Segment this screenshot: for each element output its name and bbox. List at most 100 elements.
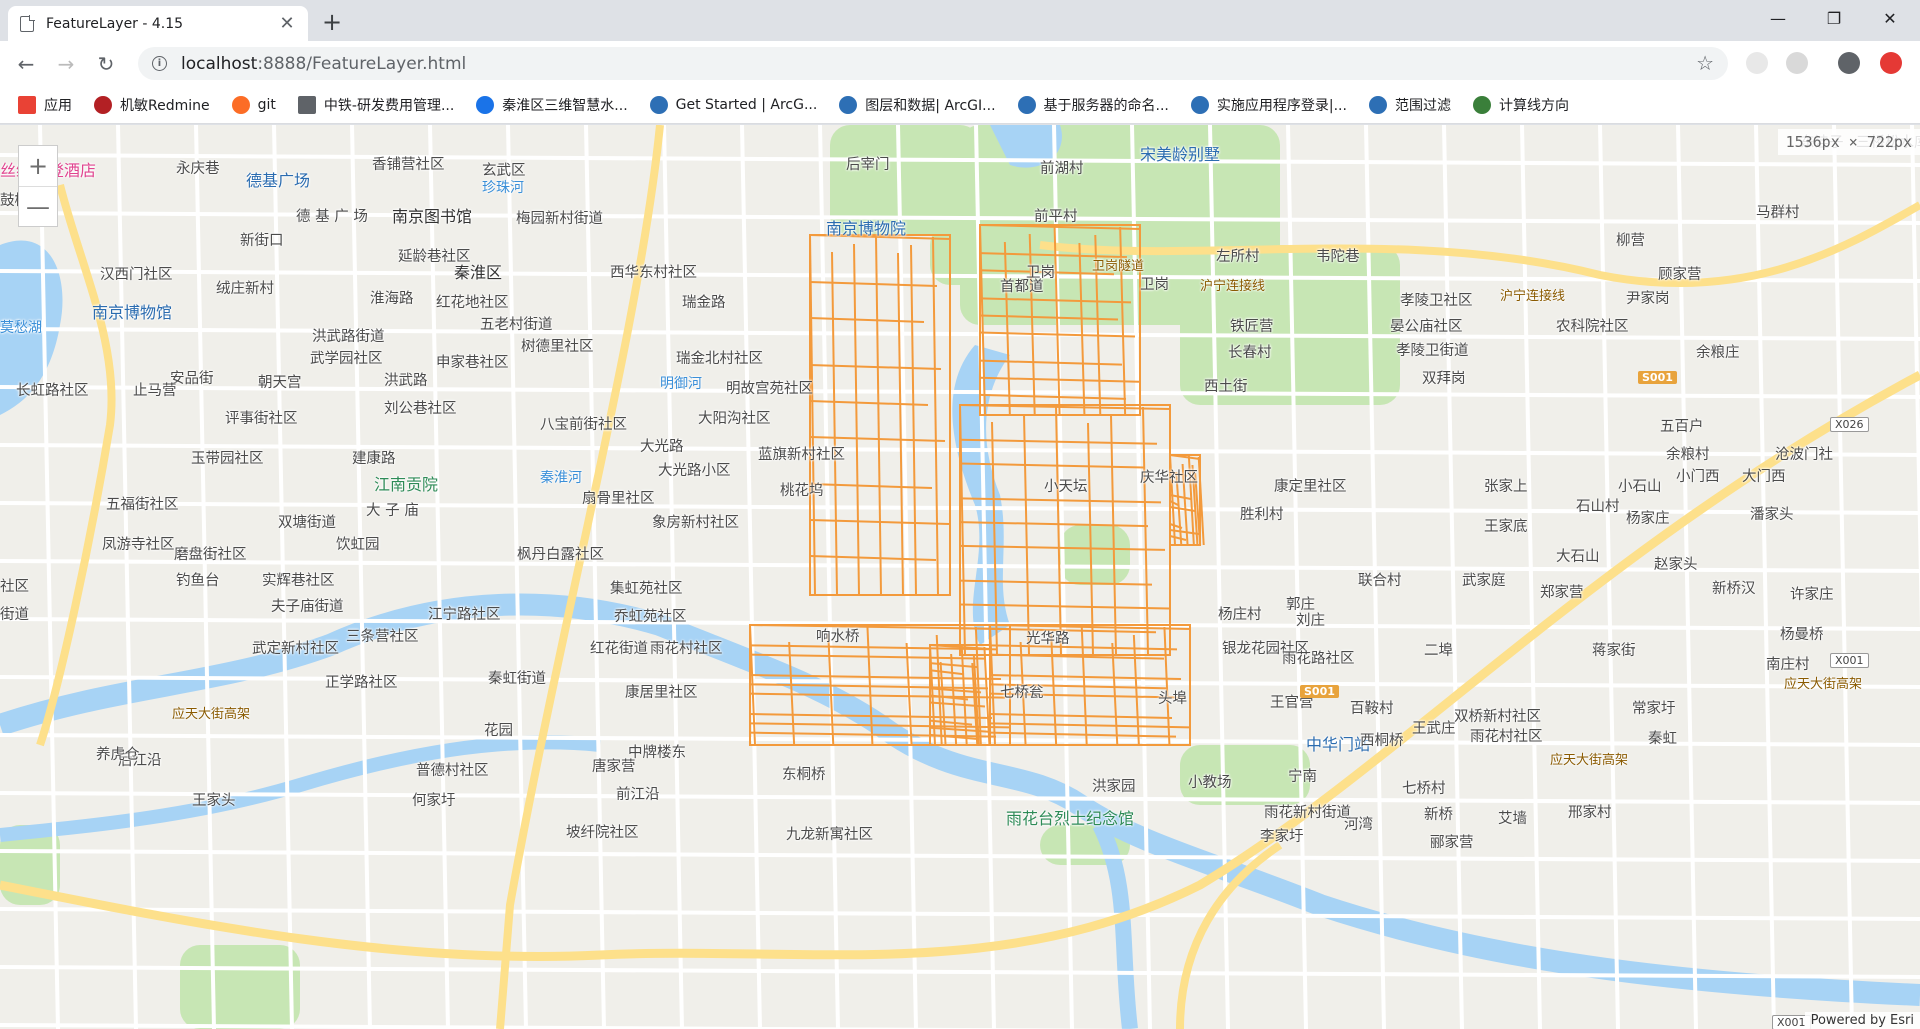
street [1910, 125, 1920, 628]
park-area [180, 945, 300, 1029]
park-area [1060, 525, 1130, 585]
map-app-icon [1472, 95, 1491, 114]
minimize-icon[interactable]: — [1758, 4, 1798, 32]
map-place-label: 光华路 [1026, 631, 1070, 647]
map-place-label: 秦虹街道 [488, 671, 546, 687]
map-place-label: 枫丹白露社区 [517, 547, 604, 563]
map-place-label: 五老村街道 [480, 317, 553, 333]
map-place-label: 王武庄 [1412, 721, 1456, 737]
map-place-label: 明故宫苑社区 [726, 381, 813, 397]
map-place-label: 双桥新村社区 [1454, 709, 1541, 725]
bookmark-item[interactable]: 图层和数据| ArcGI... [839, 95, 996, 115]
map-view[interactable]: 永庆巷香铺营社区玄武区后宰门前湖村宋美龄别墅东洼子三桥松水库德基广场珍珠河南京图… [0, 125, 1920, 1029]
bookmark-item[interactable]: 基于服务器的命名... [1017, 95, 1169, 115]
back-icon[interactable]: ← [12, 50, 40, 78]
map-place-label: 郑家营 [1540, 585, 1584, 601]
extension-icon[interactable] [1786, 52, 1808, 74]
close-tab-icon[interactable]: ✕ [278, 13, 296, 34]
map-place-label: 七桥村 [1402, 781, 1446, 797]
bookmark-item[interactable]: 实施应用程序登录|... [1190, 95, 1347, 115]
bookmark-item[interactable]: git [231, 95, 276, 114]
road-shield: S001 [1638, 371, 1677, 384]
feature-line [875, 235, 882, 596]
map-place-label: 洪家园 [1092, 779, 1136, 795]
feature-line [809, 364, 942, 370]
map-place-label: 象房新村社区 [652, 515, 739, 531]
forward-icon[interactable]: → [52, 50, 80, 78]
map-place-label: 大门西 [1742, 469, 1786, 485]
new-tab-icon[interactable]: + [322, 8, 342, 36]
feature-line [979, 393, 1127, 400]
bookmark-item[interactable]: Get Started | ArcG... [649, 95, 817, 114]
map-place-label: 卫岗隧道 [1092, 259, 1145, 274]
map-place-label: 街道 [0, 607, 29, 623]
map-place-label: 小教场 [1188, 775, 1232, 791]
zoom-in-button[interactable]: + [19, 146, 57, 186]
map-place-label: 晏公庙社区 [1390, 319, 1463, 335]
browser-tab[interactable]: FeatureLayer - 4.15 ✕ [8, 6, 308, 41]
map-place-label: 邢家村 [1568, 805, 1612, 821]
esri-attribution[interactable]: Powered by Esri [1804, 1012, 1920, 1029]
map-place-label: 雨花村社区 [1470, 729, 1543, 745]
close-window-icon[interactable]: ✕ [1870, 4, 1910, 32]
map-place-label: 三条营社区 [346, 629, 419, 645]
map-place-label: 百鞍村 [1350, 701, 1394, 717]
bookmark-item[interactable]: 中铁-研发费用管理... [297, 95, 454, 115]
feature-line [1132, 634, 1140, 746]
map-place-label: 红花街道 [590, 641, 648, 657]
map-place-label: 胜利村 [1240, 507, 1284, 523]
map-place-label: 韦陀巷 [1316, 249, 1360, 265]
map-place-label: 武学园社区 [310, 351, 383, 367]
map-place-label: 二埠 [1424, 643, 1453, 659]
map-place-label: 德基广场 [246, 171, 311, 190]
street [1676, 125, 1698, 1029]
feature-line [1050, 633, 1058, 746]
bookmark-item[interactable]: 秦淮区三维智慧水... [476, 95, 628, 115]
extension-icon[interactable] [1746, 52, 1768, 74]
street [0, 327, 1920, 341]
map-place-label: 左所村 [1216, 249, 1260, 265]
bookmark-item[interactable]: 应用 [18, 95, 72, 115]
map-place-label: 中牌楼东 [628, 745, 686, 761]
map-place-label: 乔虹苑社区 [614, 609, 687, 625]
map-place-label: 双塘街道 [278, 515, 336, 531]
bookmark-item[interactable]: 范围过滤 [1368, 95, 1451, 115]
map-place-label: 瑞金路 [682, 295, 726, 311]
map-place-label: 蒋家街 [1592, 643, 1636, 659]
browser-toolbar: ← → ↻ i localhost:8888/FeatureLayer.html… [0, 41, 1920, 86]
map-place-label: 铁匠营 [1230, 319, 1274, 335]
map-place-label: 南京图书馆 [392, 207, 473, 226]
map-place-label: 秦虹 [1648, 731, 1677, 747]
map-place-label: 李家圩 [1260, 829, 1304, 845]
map-place-label: 南庄村 [1766, 657, 1810, 673]
site-info-icon[interactable]: i [152, 56, 167, 71]
map-place-label: 莫愁湖 [0, 320, 42, 336]
account-avatar-icon[interactable] [1838, 52, 1860, 74]
tab-strip: FeatureLayer - 4.15 ✕ + — ❐ ✕ [0, 0, 1920, 41]
esri-globe-icon [649, 95, 668, 114]
feature-line [989, 722, 1190, 729]
bookmark-item[interactable]: 计算线方向 [1472, 95, 1569, 115]
map-place-label: 江南贡院 [374, 475, 439, 494]
map-place-label: 应天大街高架 [1550, 753, 1629, 768]
update-icon[interactable] [1880, 52, 1902, 74]
bookmark-star-icon[interactable]: ☆ [1696, 51, 1714, 75]
bookmark-label: 机敏Redmine [120, 97, 210, 114]
map-place-label: 朝天宫 [258, 375, 302, 391]
map-place-label: 五百户 [1660, 419, 1704, 435]
street [1442, 125, 1464, 1029]
restore-icon[interactable]: ❐ [1814, 4, 1854, 32]
street [0, 1023, 1153, 1029]
reload-icon[interactable]: ↻ [92, 50, 120, 78]
map-place-label: 玉带园社区 [191, 451, 264, 467]
zoom-out-button[interactable]: — [19, 186, 57, 226]
bookmark-item[interactable]: 机敏Redmine [94, 95, 210, 115]
map-place-label: 艾墙 [1498, 811, 1527, 827]
tab-title: FeatureLayer - 4.15 [46, 15, 184, 32]
bookmark-label: 实施应用程序登录|... [1216, 97, 1347, 114]
map-place-label: 江宁路社区 [428, 607, 501, 623]
map-place-label: 养虎仓 [96, 747, 140, 763]
map-place-label: 长虹路社区 [16, 383, 89, 399]
map-place-label: 康定里社区 [1274, 479, 1347, 495]
address-bar[interactable]: i localhost:8888/FeatureLayer.html ☆ [138, 47, 1728, 80]
